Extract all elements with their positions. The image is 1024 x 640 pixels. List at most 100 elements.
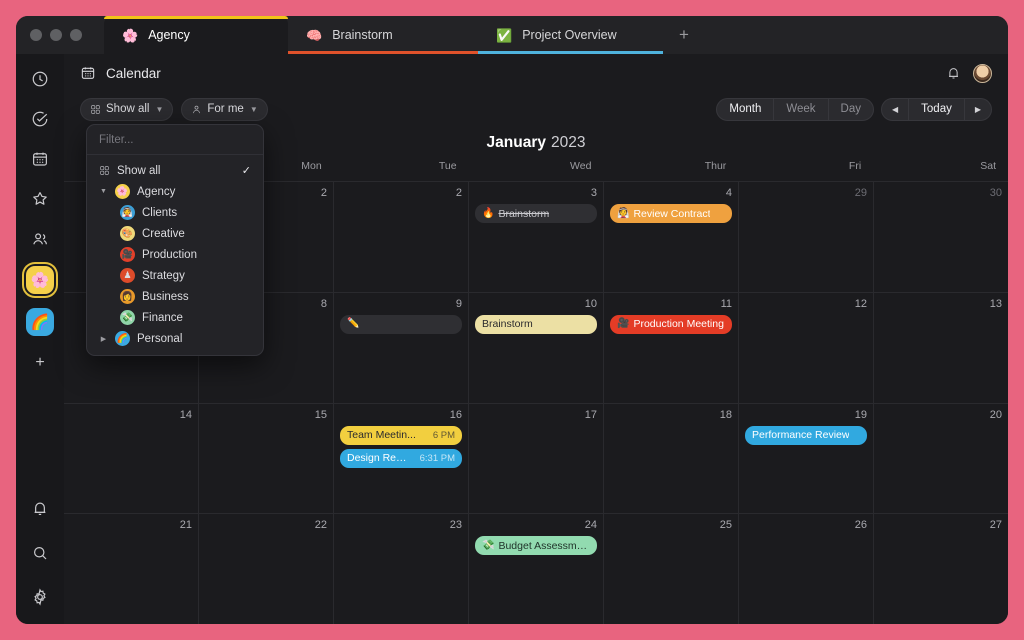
filter-item-label: Creative — [142, 228, 185, 240]
filter-item-clients[interactable]: 👰Clients — [87, 202, 263, 223]
new-tab-button[interactable]: + — [663, 16, 705, 54]
event-emoji-icon: 👰 — [617, 209, 629, 219]
calendar-day-cell[interactable]: 29 — [739, 182, 874, 292]
calendar-event[interactable]: ✏️ — [340, 315, 462, 334]
filter-item-show-all[interactable]: Show all ✓ — [87, 160, 263, 181]
view-month-button[interactable]: Month — [717, 99, 774, 120]
calendar-day-cell[interactable]: 18 — [604, 404, 739, 514]
bell-icon[interactable] — [27, 496, 53, 522]
day-number: 19 — [745, 409, 867, 422]
workspace-agency[interactable]: 🌸 — [26, 266, 54, 294]
calendar-day-cell[interactable]: 25 — [604, 514, 739, 624]
day-of-week-label: Tue — [334, 160, 469, 181]
day-of-week-label: Fri — [738, 160, 873, 181]
filter-group-agency[interactable]: ▼🌸Agency — [87, 181, 263, 202]
calendar-day-cell[interactable]: 24 💸Budget Assessment — [469, 514, 604, 624]
day-number: 20 — [880, 409, 1002, 422]
view-week-button[interactable]: Week — [774, 99, 828, 120]
calendar-week-row: 212223 24 💸Budget Assessment 252627 — [64, 514, 1008, 624]
day-number: 24 — [475, 519, 597, 532]
calendar-day-cell[interactable]: 26 — [739, 514, 874, 624]
flower-icon: 🌸 — [122, 29, 138, 42]
calendar-day-cell[interactable]: 30 — [874, 182, 1008, 292]
calendar-day-cell[interactable]: 9✏️ — [334, 293, 469, 403]
filter-item-label: Show all — [117, 165, 160, 177]
calendar-day-cell[interactable]: 2 — [334, 182, 469, 292]
calendar-day-cell[interactable]: 27 — [874, 514, 1008, 624]
filter-input[interactable] — [99, 134, 251, 146]
calendar-day-cell[interactable]: 10Brainstorm — [469, 293, 604, 403]
calendar-day-cell[interactable]: 19 Performance Review — [739, 404, 874, 514]
calendar-day-cell[interactable]: 21 — [64, 514, 199, 624]
tab-accent-agency — [104, 16, 288, 19]
app-window: 🌸 Agency 🧠 Brainstorm ✅ Project Overview… — [16, 16, 1008, 624]
clock-icon[interactable] — [27, 66, 53, 92]
people-icon[interactable] — [27, 226, 53, 252]
calendar-day-cell[interactable]: 4👰Review Contract — [604, 182, 739, 292]
day-number: 16 — [340, 409, 462, 422]
close-window-button[interactable] — [30, 29, 42, 41]
calendar-day-cell[interactable]: 11🎥Production Meeting — [604, 293, 739, 403]
show-all-filter-button[interactable]: Show all ▼ — [80, 98, 173, 121]
calendar-day-cell[interactable]: 15 — [199, 404, 334, 514]
avatar[interactable] — [973, 64, 992, 83]
calendar-day-cell[interactable]: 22 — [199, 514, 334, 624]
minimize-window-button[interactable] — [50, 29, 62, 41]
add-workspace-button[interactable]: + — [27, 350, 53, 376]
workspace-personal[interactable]: 🌈 — [26, 308, 54, 336]
calendar-event[interactable]: Design Revie...6:31 PM — [340, 449, 462, 468]
group-avatar-icon: 🎥 — [120, 247, 135, 262]
filter-item-finance[interactable]: 💸Finance — [87, 307, 263, 328]
for-me-filter-button[interactable]: For me ▼ — [181, 98, 267, 121]
group-avatar-icon: ♟ — [120, 268, 135, 283]
calendar-day-cell[interactable]: 3🔥Brainstorm — [469, 182, 604, 292]
page-title: Calendar — [106, 66, 161, 81]
calendar-event[interactable]: 🔥Brainstorm — [475, 204, 597, 223]
gear-icon[interactable] — [27, 584, 53, 610]
calendar-day-cell[interactable]: 20 — [874, 404, 1008, 514]
filter-item-production[interactable]: 🎥Production — [87, 244, 263, 265]
chevron-down-icon[interactable]: ▼ — [99, 188, 108, 195]
check-circle-icon[interactable] — [27, 106, 53, 132]
calendar-day-cell[interactable]: 23 — [334, 514, 469, 624]
calendar-event[interactable]: 👰Review Contract — [610, 204, 732, 223]
filter-item-label: Strategy — [142, 270, 185, 282]
view-day-button[interactable]: Day — [829, 99, 873, 120]
tab-brainstorm[interactable]: 🧠 Brainstorm — [288, 16, 478, 54]
calendar-day-cell[interactable]: 14 — [64, 404, 199, 514]
calendar-day-cell[interactable]: 16 Team Meetin...6 PM Design Revie...6:31 … — [334, 404, 469, 514]
search-icon[interactable] — [27, 540, 53, 566]
window-body: 🌸 🌈 + — [16, 54, 1008, 624]
today-button[interactable]: Today — [909, 99, 965, 120]
bell-icon[interactable] — [946, 66, 961, 81]
next-period-button[interactable]: ▶ — [965, 99, 991, 120]
tab-label: Project Overview — [522, 28, 616, 42]
filter-group-personal[interactable]: ▶🌈Personal — [87, 328, 263, 349]
calendar-event[interactable]: 🎥Production Meeting — [610, 315, 732, 334]
filter-input-row — [87, 125, 263, 155]
calendar-day-cell[interactable]: 13 — [874, 293, 1008, 403]
flower-icon: 🌸 — [31, 273, 50, 288]
calendar-event[interactable]: 💸Budget Assessment — [475, 536, 597, 555]
calendar-day-cell[interactable]: 17 — [469, 404, 604, 514]
filter-item-strategy[interactable]: ♟ Strategy — [87, 265, 263, 286]
grid-icon — [90, 104, 101, 115]
tab-project-overview[interactable]: ✅ Project Overview — [478, 16, 663, 54]
day-number: 12 — [745, 298, 867, 311]
chevron-right-icon[interactable]: ▶ — [99, 335, 108, 343]
left-rail: 🌸 🌈 + — [16, 54, 64, 624]
filter-item-creative[interactable]: 🎨Creative — [87, 223, 263, 244]
filter-item-business[interactable]: 👩Business — [87, 286, 263, 307]
calendar-icon[interactable] — [27, 146, 53, 172]
calendar-day-cell[interactable]: 12 — [739, 293, 874, 403]
calendar-event[interactable]: Team Meetin...6 PM — [340, 426, 462, 445]
filter-item-label: Finance — [142, 312, 183, 324]
calendar-event[interactable]: Performance Review — [745, 426, 867, 445]
day-of-week-label: Thur — [603, 160, 738, 181]
calendar-month-label: January — [487, 134, 546, 152]
prev-period-button[interactable]: ◀ — [882, 99, 909, 120]
tab-agency[interactable]: 🌸 Agency — [104, 16, 288, 54]
maximize-window-button[interactable] — [70, 29, 82, 41]
calendar-event[interactable]: Brainstorm — [475, 315, 597, 334]
star-icon[interactable] — [27, 186, 53, 212]
